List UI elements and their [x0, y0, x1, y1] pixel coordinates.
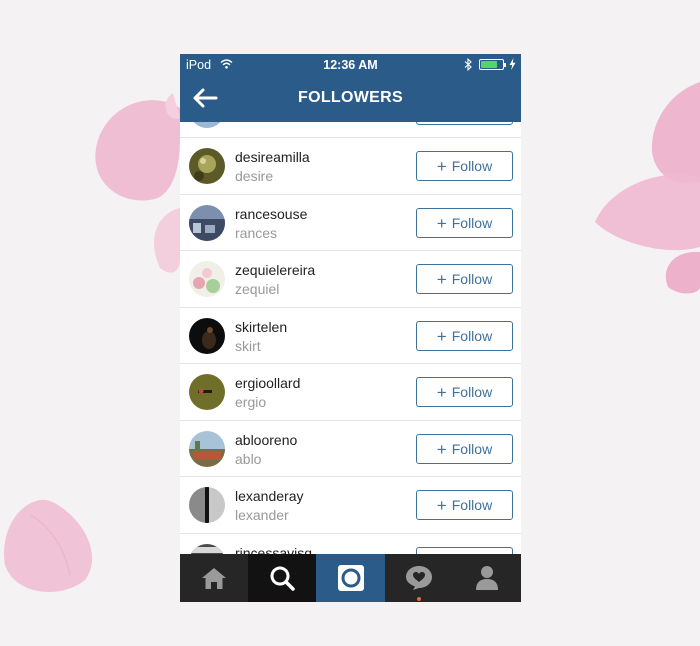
- navigation-bar: FOLLOWERS: [180, 75, 521, 122]
- camera-icon: [337, 565, 364, 591]
- full-name: skirt: [235, 338, 261, 354]
- petal-decoration-left-top: [95, 93, 180, 273]
- followers-list[interactable]: desireamilla desire + Follow rancesouse r…: [180, 122, 521, 554]
- tab-camera[interactable]: [316, 554, 385, 602]
- follower-row-partial-bottom[interactable]: rincessavisq: [180, 533, 521, 554]
- avatar[interactable]: [189, 261, 225, 297]
- status-bar: iPod 12:36 AM: [180, 54, 521, 75]
- follow-button-label: Follow: [451, 384, 493, 400]
- tab-profile[interactable]: [453, 554, 521, 602]
- follower-row[interactable]: ergioollard ergio + Follow: [180, 363, 521, 419]
- tab-home[interactable]: [180, 554, 248, 602]
- follow-button-label: Follow: [451, 271, 493, 287]
- username[interactable]: rincessavisq: [235, 545, 312, 554]
- follower-row[interactable]: desireamilla desire + Follow: [180, 137, 521, 193]
- phone-screen: iPod 12:36 AM FOLLOWERS desireamilla des…: [180, 54, 521, 602]
- avatar[interactable]: [189, 205, 225, 241]
- full-name: rances: [235, 225, 278, 241]
- petal-decoration-right: [595, 82, 700, 294]
- username[interactable]: lexanderay: [235, 488, 304, 504]
- page-title: FOLLOWERS: [298, 89, 403, 106]
- follow-button[interactable]: + Follow: [416, 208, 513, 238]
- activity-icon: [405, 566, 432, 590]
- plus-icon: +: [436, 269, 447, 289]
- follow-button[interactable]: + Follow: [416, 264, 513, 294]
- avatar[interactable]: [189, 318, 225, 354]
- follow-button-label: Follow: [451, 158, 493, 174]
- full-name: lexander: [235, 507, 289, 523]
- plus-icon: +: [436, 326, 447, 346]
- follow-button[interactable]: + Follow: [416, 377, 513, 407]
- tab-bar: [180, 554, 521, 602]
- follow-button[interactable]: + Follow: [416, 490, 513, 520]
- username[interactable]: desireamilla: [235, 149, 310, 165]
- battery-level: [481, 61, 497, 68]
- full-name: ablo: [235, 451, 262, 467]
- avatar[interactable]: [189, 431, 225, 467]
- battery-icon: [479, 59, 506, 70]
- notification-dot: [416, 597, 421, 601]
- full-name: zequiel: [235, 281, 280, 297]
- username[interactable]: zequielereira: [235, 262, 315, 278]
- follower-row-partial-top: [180, 122, 521, 138]
- follow-button[interactable]: [416, 547, 513, 554]
- full-name: desire: [235, 168, 274, 184]
- petal-decoration-left-bottom: [4, 499, 93, 592]
- username[interactable]: ergioollard: [235, 375, 300, 391]
- avatar[interactable]: [189, 148, 225, 184]
- follow-button[interactable]: + Follow: [416, 151, 513, 181]
- avatar[interactable]: [189, 374, 225, 410]
- avatar[interactable]: [189, 487, 225, 523]
- follow-button[interactable]: + Follow: [416, 434, 513, 464]
- bluetooth-icon: [464, 58, 472, 71]
- follower-row[interactable]: rancesouse rances + Follow: [180, 194, 521, 250]
- username[interactable]: ablooreno: [235, 432, 297, 448]
- full-name: ergio: [235, 394, 267, 410]
- home-icon: [202, 568, 227, 589]
- charging-icon: [509, 58, 516, 70]
- follower-row[interactable]: zequielereira zequiel + Follow: [180, 250, 521, 306]
- plus-icon: +: [436, 156, 447, 176]
- avatar[interactable]: [189, 544, 225, 554]
- profile-icon: [475, 566, 498, 590]
- tab-activity[interactable]: [385, 554, 453, 602]
- plus-icon: +: [436, 439, 447, 459]
- plus-icon: +: [436, 495, 447, 515]
- username[interactable]: rancesouse: [235, 206, 307, 222]
- avatar: [189, 122, 225, 128]
- follow-button-label: Follow: [451, 328, 493, 344]
- plus-icon: +: [436, 382, 447, 402]
- follower-row[interactable]: skirtelen skirt + Follow: [180, 307, 521, 363]
- follow-button-label: Follow: [451, 497, 493, 513]
- follow-button-label: Follow: [451, 215, 493, 231]
- follower-row[interactable]: ablooreno ablo + Follow: [180, 420, 521, 476]
- follower-row[interactable]: lexanderay lexander + Follow: [180, 476, 521, 532]
- username[interactable]: skirtelen: [235, 319, 287, 335]
- plus-icon: +: [436, 213, 447, 233]
- follow-button-label: Follow: [451, 441, 493, 457]
- search-icon: [270, 566, 296, 591]
- follow-button[interactable]: [416, 122, 513, 125]
- tab-search[interactable]: [248, 554, 317, 602]
- follow-button[interactable]: + Follow: [416, 321, 513, 351]
